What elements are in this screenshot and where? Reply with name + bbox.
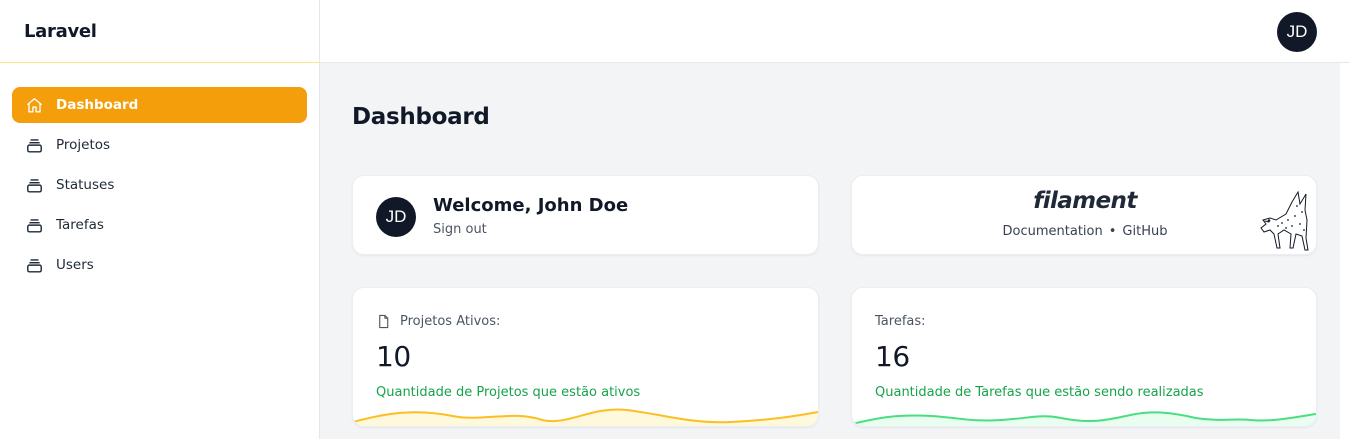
filament-info-card: filament Documentation • GitHub: [851, 175, 1317, 255]
topbar: JD: [320, 0, 1350, 63]
sidebar-item-label: Users: [56, 257, 94, 273]
sidebar-nav: Dashboard Projetos Statuses Tarefas User…: [0, 63, 319, 283]
avatar: JD: [376, 197, 416, 237]
filament-links: Documentation • GitHub: [852, 224, 1316, 239]
home-icon: [24, 95, 44, 115]
page-title: Dashboard: [352, 104, 490, 130]
documentation-link[interactable]: Documentation: [1003, 224, 1103, 239]
stat-card-tarefas: Tarefas: 16 Quantidade de Tarefas que es…: [851, 287, 1317, 427]
collection-icon: [24, 215, 44, 235]
stat-label-text: Tarefas:: [875, 314, 926, 329]
scrollbar[interactable]: [1340, 63, 1350, 439]
stat-sparkline: [353, 408, 818, 426]
sidebar-item-statuses[interactable]: Statuses: [12, 167, 307, 203]
stat-value: 16: [875, 340, 910, 373]
stat-label-text: Projetos Ativos:: [400, 314, 501, 329]
sidebar-item-label: Statuses: [56, 177, 115, 193]
collection-icon: [24, 135, 44, 155]
sidebar: Laravel Dashboard Projetos Statuses Tare…: [0, 0, 320, 439]
sidebar-item-users[interactable]: Users: [12, 247, 307, 283]
document-icon: [379, 314, 389, 329]
sidebar-item-label: Projetos: [56, 137, 111, 153]
sidebar-item-label: Dashboard: [56, 97, 139, 113]
sidebar-item-dashboard[interactable]: Dashboard: [12, 87, 307, 123]
stat-value: 10: [376, 340, 411, 373]
sidebar-item-tarefas[interactable]: Tarefas: [12, 207, 307, 243]
welcome-card: JD Welcome, John Doe Sign out: [352, 175, 819, 255]
collection-icon: [24, 255, 44, 275]
stat-card-projetos: Projetos Ativos: 10 Quantidade de Projet…: [352, 287, 819, 427]
user-menu-avatar[interactable]: JD: [1277, 12, 1317, 52]
stat-label: Projetos Ativos:: [376, 314, 500, 329]
stat-sparkline: [852, 411, 1316, 426]
sign-out-link[interactable]: Sign out: [433, 222, 487, 237]
link-separator: •: [1108, 224, 1117, 239]
stat-label: Tarefas:: [875, 314, 926, 329]
welcome-greeting: Welcome, John Doe: [433, 195, 629, 216]
sidebar-item-projetos[interactable]: Projetos: [12, 127, 307, 163]
github-link[interactable]: GitHub: [1122, 224, 1167, 239]
brand-logo[interactable]: Laravel: [0, 0, 319, 63]
sidebar-item-label: Tarefas: [56, 217, 104, 233]
filament-logo: filament: [1033, 188, 1137, 214]
filament-mascot-icon: [1260, 190, 1309, 251]
collection-icon: [24, 175, 44, 195]
